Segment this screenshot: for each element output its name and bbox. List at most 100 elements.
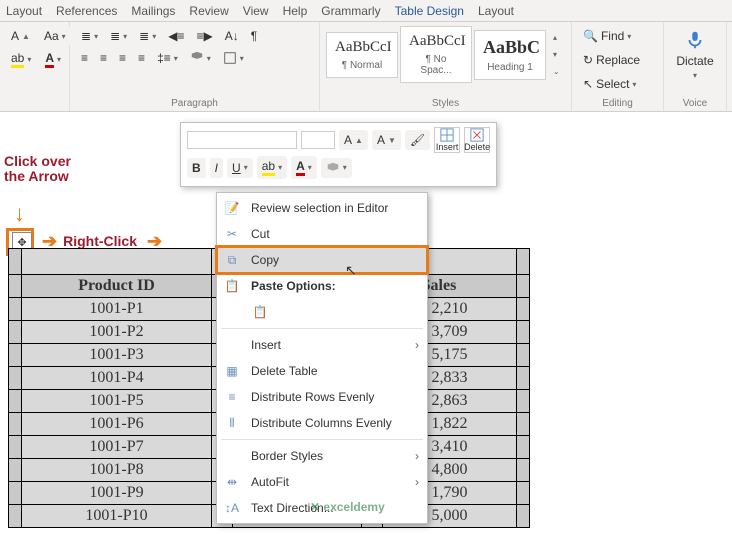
tab-mailings[interactable]: Mailings xyxy=(131,4,175,18)
style-normal[interactable]: AaBbCcI ¶ Normal xyxy=(326,32,398,78)
style-no-spacing[interactable]: AaBbCcI ¶ No Spac... xyxy=(400,26,472,83)
mini-bold-button[interactable]: B xyxy=(187,158,206,178)
copy-icon: ⧉ xyxy=(223,253,241,268)
change-case-button[interactable]: Aa▾ xyxy=(39,26,71,46)
replace-button[interactable]: ↻ Replace xyxy=(578,50,657,70)
cell-product: 1001-P9 xyxy=(22,482,212,505)
distribute-rows-icon: ≡ xyxy=(223,390,241,404)
clipboard-keep-icon: 📋 xyxy=(251,305,269,319)
tab-layout[interactable]: Layout xyxy=(6,4,42,18)
ctx-insert[interactable]: Insert xyxy=(217,332,427,358)
shading-button[interactable]: ▾ xyxy=(185,48,216,68)
mini-grow-font-button[interactable]: A▲ xyxy=(339,130,368,150)
tab-context-layout[interactable]: Layout xyxy=(478,4,514,18)
cell-product: 1001-P10 xyxy=(22,505,212,528)
mini-size-input[interactable] xyxy=(301,131,335,149)
mini-underline-button[interactable]: U▾ xyxy=(227,158,253,178)
pointer-icon: ↖ xyxy=(583,77,593,91)
font-color-icon: A xyxy=(296,159,305,176)
cell-product: 1001-P1 xyxy=(22,298,212,321)
scissors-icon: ✂ xyxy=(223,227,241,241)
ctx-text-direction[interactable]: ↕AText Direction... xyxy=(217,495,427,521)
ctx-delete-table[interactable]: ▦Delete Table xyxy=(217,358,427,384)
mini-toolbar: A▲ A▼ 🖌 Insert Delete B I U▾ ab▾ A▾ ▾ xyxy=(180,122,497,187)
text-direction-icon: ↕A xyxy=(223,501,241,515)
ribbon-tabs: Layout References Mailings Review View H… xyxy=(0,0,732,22)
mini-insert-button[interactable]: Insert xyxy=(434,127,460,153)
voice-group-label: Voice xyxy=(670,96,720,109)
align-left-button[interactable]: ≡ xyxy=(76,48,93,68)
tab-references[interactable]: References xyxy=(56,4,117,18)
cell-product: 1001-P4 xyxy=(22,367,212,390)
group-font: A▲ Aa▾ ab▾ A▾ xyxy=(0,22,70,111)
tab-grammarly[interactable]: Grammarly xyxy=(321,4,380,18)
ctx-separator xyxy=(221,328,423,329)
group-paragraph: ≣▾ ≣▾ ≣▾ ◀≡ ≡▶ A↓ ¶ ≡ ≡ ≡ ≡ ‡≡▾ ▾ ▾ Para… xyxy=(70,22,320,111)
replace-icon: ↻ xyxy=(583,53,593,67)
cell-product: 1001-P6 xyxy=(22,413,212,436)
tab-view[interactable]: View xyxy=(243,4,269,18)
group-voice: Dictate ▾ Voice xyxy=(664,22,727,111)
borders-button[interactable]: ▾ xyxy=(218,48,249,68)
show-marks-button[interactable]: ¶ xyxy=(246,26,262,46)
cell-product: 1001-P7 xyxy=(22,436,212,459)
font-color-button[interactable]: A▾ xyxy=(40,48,66,71)
align-center-button[interactable]: ≡ xyxy=(95,48,112,68)
context-menu: 📝Review selection in Editor ✂Cut ⧉Copy 📋… xyxy=(216,192,428,524)
select-button[interactable]: ↖ Select▾ xyxy=(578,74,657,94)
tab-review[interactable]: Review xyxy=(189,4,228,18)
highlight-icon: ab xyxy=(262,159,275,176)
ctx-review-selection[interactable]: 📝Review selection in Editor xyxy=(217,195,427,221)
distribute-cols-icon: ⦀ xyxy=(223,416,241,431)
cell-product: 1001-P3 xyxy=(22,344,212,367)
mini-shrink-font-button[interactable]: A▼ xyxy=(372,130,401,150)
mini-delete-button[interactable]: Delete xyxy=(464,127,490,153)
styles-down-button[interactable]: ▾ xyxy=(548,47,565,62)
autofit-icon: ⇹ xyxy=(223,475,241,489)
ctx-border-styles[interactable]: Border Styles xyxy=(217,443,427,469)
numbering-button[interactable]: ≣▾ xyxy=(105,26,132,46)
align-right-button[interactable]: ≡ xyxy=(114,48,131,68)
mini-shading-button[interactable]: ▾ xyxy=(321,158,352,178)
ctx-paste-keep-source[interactable]: 📋 xyxy=(217,299,427,325)
sort-button[interactable]: A↓ xyxy=(220,26,244,46)
line-spacing-button[interactable]: ‡≡▾ xyxy=(152,48,183,68)
ctx-autofit[interactable]: ⇹AutoFit xyxy=(217,469,427,495)
dictate-button[interactable]: Dictate ▾ xyxy=(670,26,720,83)
mini-italic-button[interactable]: I xyxy=(210,158,223,178)
cell-product: 1001-P5 xyxy=(22,390,212,413)
mini-highlight-button[interactable]: ab▾ xyxy=(257,156,287,179)
cell-product: 1001-P2 xyxy=(22,321,212,344)
annotation-click-arrow: Click over the Arrow xyxy=(4,154,71,185)
microphone-icon xyxy=(684,29,706,51)
tab-table-design[interactable]: Table Design xyxy=(395,4,464,18)
editing-group-label: Editing xyxy=(578,96,657,109)
justify-button[interactable]: ≡ xyxy=(133,48,150,68)
find-button[interactable]: 🔍 Find▾ xyxy=(578,26,657,46)
clipboard-icon: 📋 xyxy=(223,279,241,293)
cell-product: 1001-P8 xyxy=(22,459,212,482)
ctx-cut[interactable]: ✂Cut xyxy=(217,221,427,247)
paragraph-group-label: Paragraph xyxy=(76,96,313,109)
ctx-distribute-rows[interactable]: ≡Distribute Rows Evenly xyxy=(217,384,427,410)
col-product-id: Product ID xyxy=(22,275,212,298)
bullets-button[interactable]: ≣▾ xyxy=(76,26,103,46)
bucket-icon xyxy=(326,161,340,175)
mini-font-color-button[interactable]: A▾ xyxy=(291,156,317,179)
ctx-distribute-cols[interactable]: ⦀Distribute Columns Evenly xyxy=(217,410,427,436)
ctx-copy[interactable]: ⧉Copy xyxy=(217,247,427,273)
brush-icon: 🖌 xyxy=(410,133,425,147)
mini-font-input[interactable] xyxy=(187,131,297,149)
highlight-button[interactable]: ab▾ xyxy=(6,48,36,71)
styles-up-button[interactable]: ▴ xyxy=(548,30,565,45)
mini-format-painter-button[interactable]: 🖌 xyxy=(405,130,430,150)
multilevel-list-button[interactable]: ≣▾ xyxy=(134,26,161,46)
font-size-increase-button[interactable]: A▲ xyxy=(6,26,35,46)
increase-indent-button[interactable]: ≡▶ xyxy=(191,26,217,46)
group-label xyxy=(6,96,63,109)
style-heading1[interactable]: AaBbC Heading 1 xyxy=(474,30,546,80)
decrease-indent-button[interactable]: ◀≡ xyxy=(163,26,189,46)
arrow-down-icon: ↓ xyxy=(14,202,25,226)
styles-more-button[interactable]: ⌄ xyxy=(548,64,565,79)
tab-help[interactable]: Help xyxy=(283,4,308,18)
